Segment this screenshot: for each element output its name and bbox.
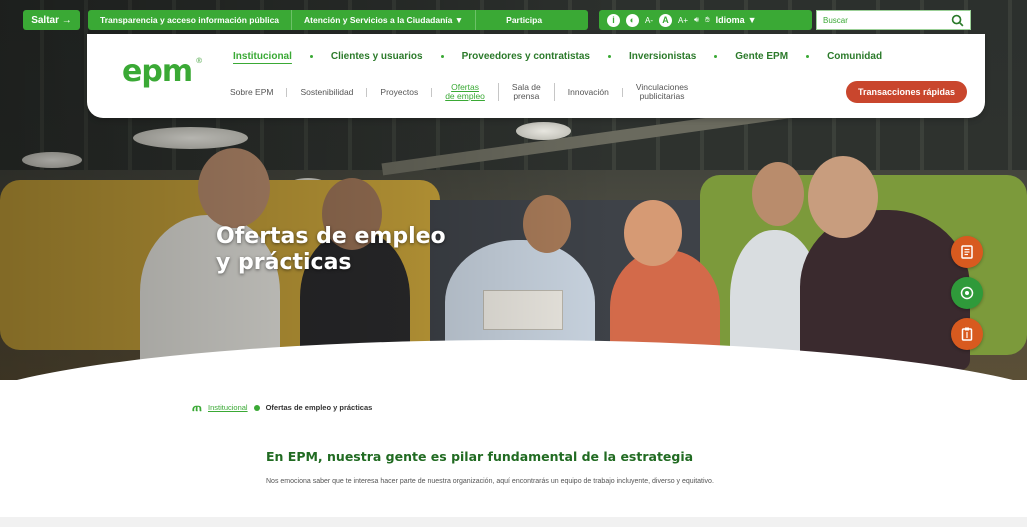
subnav-innovacion[interactable]: Innovación xyxy=(555,87,623,97)
hero-title-line: Ofertas de empleo xyxy=(216,224,446,249)
registered-mark: ® xyxy=(195,56,203,65)
page: Ofertas de empleo y prácticas Saltar → T… xyxy=(0,0,1027,527)
document-icon xyxy=(961,245,973,259)
search-box xyxy=(816,10,971,30)
footer-strip xyxy=(0,517,1027,527)
breadcrumb: ጠ Institucional Ofertas de empleo y prác… xyxy=(192,400,372,415)
nav-institucional[interactable]: Institucional xyxy=(223,51,302,62)
nav-clientes[interactable]: Clientes y usuarios xyxy=(321,51,433,62)
subnav-vinculaciones[interactable]: Vinculaciones publicitarias xyxy=(623,83,701,101)
breadcrumb-separator xyxy=(253,404,260,411)
contrast-icon[interactable]: ◐ xyxy=(626,13,639,27)
nav-separator xyxy=(309,55,313,58)
subnav-sala-prensa[interactable]: Sala de prensa xyxy=(499,83,555,101)
main-header: epm ® Institucional Clientes y usuarios P… xyxy=(87,34,985,118)
search-input[interactable] xyxy=(823,15,933,25)
search-icon[interactable] xyxy=(951,14,964,27)
citizen-services-dropdown[interactable]: Atención y Servicios a la Ciudadanía ▼ xyxy=(292,10,477,30)
nav-comunidad[interactable]: Comunidad xyxy=(817,51,892,62)
font-normal-button[interactable]: A xyxy=(659,13,672,27)
logo-text: epm xyxy=(122,54,193,89)
section-text: Nos emociona saber que te interesa hacer… xyxy=(266,478,714,485)
chevron-down-icon: ▼ xyxy=(747,15,757,25)
quick-transactions-button[interactable]: Transacciones rápidas xyxy=(846,81,967,103)
audio-icon[interactable]: 🔊︎ xyxy=(694,15,699,25)
support-icon xyxy=(960,286,974,300)
accessibility-bar: i ◐ A- A A+ 🔊︎ ✋︎ Idioma ▼ xyxy=(599,10,812,30)
main-nav: Institucional Clientes y usuarios Provee… xyxy=(223,51,892,62)
floating-support-button[interactable] xyxy=(951,277,983,309)
nav-separator xyxy=(608,55,611,58)
subnav-ofertas-empleo[interactable]: Ofertas de empleo xyxy=(432,83,499,101)
utility-bar: Transparencia y acceso información públi… xyxy=(88,10,588,30)
nav-proveedores[interactable]: Proveedores y contratistas xyxy=(452,51,600,62)
language-dropdown[interactable]: Idioma ▼ xyxy=(716,15,757,25)
clipboard-icon xyxy=(961,327,973,341)
transparency-link[interactable]: Transparencia y acceso información públi… xyxy=(88,10,293,30)
nav-inversionistas[interactable]: Inversionistas xyxy=(619,51,706,62)
skip-button[interactable]: Saltar → xyxy=(23,10,80,30)
home-logo-icon[interactable]: ጠ xyxy=(192,400,202,415)
floating-clipboard-button[interactable] xyxy=(951,318,983,350)
nav-separator xyxy=(440,55,444,58)
breadcrumb-institucional[interactable]: Institucional xyxy=(208,403,248,412)
sub-nav: Sobre EPM Sostenibilidad Proyectos Ofert… xyxy=(217,83,701,101)
breadcrumb-current: Ofertas de empleo y prácticas xyxy=(265,403,373,412)
subnav-sostenibilidad[interactable]: Sostenibilidad xyxy=(287,87,368,97)
subnav-sobre-epm[interactable]: Sobre EPM xyxy=(217,87,288,97)
hero-title-line: y prácticas xyxy=(216,250,352,275)
sign-language-icon[interactable]: ✋︎ xyxy=(705,15,710,25)
nav-separator xyxy=(806,55,810,58)
section-title: En EPM, nuestra gente es pilar fundament… xyxy=(266,449,694,464)
font-increase-button[interactable]: A+ xyxy=(678,16,688,25)
nav-separator xyxy=(714,55,718,58)
language-label: Idioma xyxy=(715,15,745,25)
nav-gente-epm[interactable]: Gente EPM xyxy=(725,51,798,62)
participa-link[interactable]: Participa xyxy=(476,10,572,30)
floating-document-button[interactable] xyxy=(951,236,983,268)
hero-title: Ofertas de empleo y prácticas xyxy=(216,224,446,276)
info-icon[interactable]: i xyxy=(607,13,620,27)
subnav-proyectos[interactable]: Proyectos xyxy=(367,87,433,97)
font-decrease-button[interactable]: A- xyxy=(645,16,653,25)
epm-logo[interactable]: epm ® xyxy=(122,54,203,89)
